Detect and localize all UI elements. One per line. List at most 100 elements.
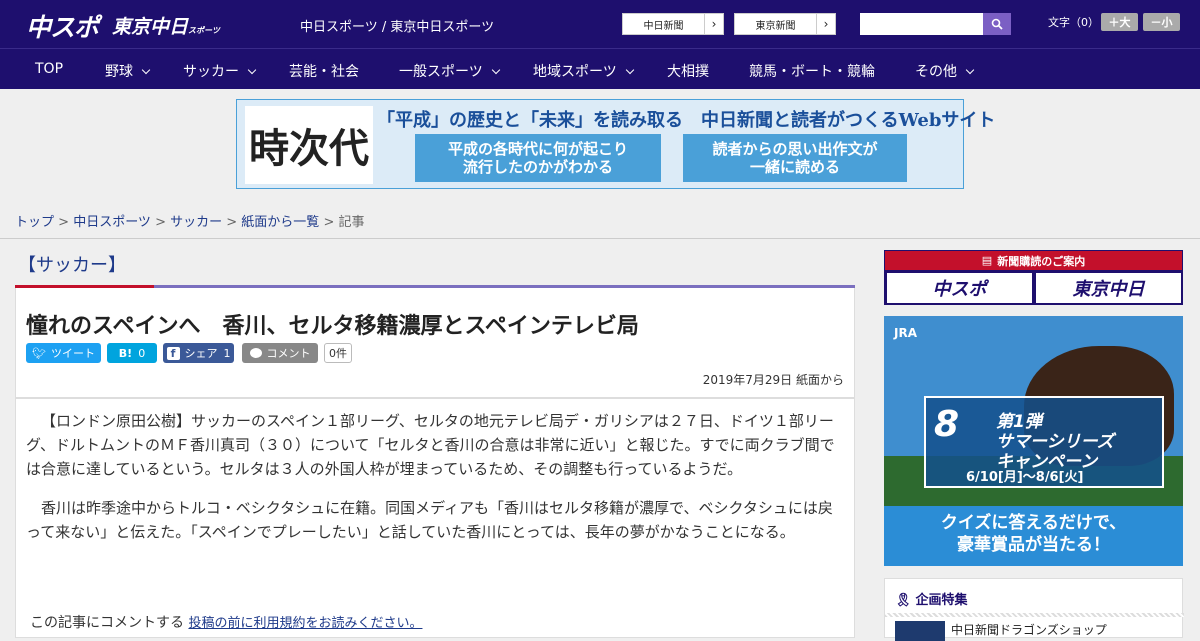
- campaign-number: 8: [934, 404, 960, 445]
- facebook-share-button[interactable]: f シェア 1: [163, 343, 234, 363]
- subscription-box: ▤ 新聞購読のご案内 中スポ 東京中日: [884, 250, 1183, 305]
- feature-header: 🎗︎ 企画特集: [895, 589, 968, 608]
- divider: [0, 238, 1200, 239]
- comment-button[interactable]: コメント: [242, 343, 318, 363]
- chevron-right-icon: ›: [711, 17, 717, 31]
- banner-box-history: 平成の各時代に何が起こり 流行したのかがわかる: [415, 134, 661, 182]
- nav-label: その他: [915, 64, 957, 80]
- search-input[interactable]: [860, 13, 983, 35]
- chunichi-shimbun-button[interactable]: 中日新聞 ›: [622, 13, 724, 35]
- chevron-down-icon: [491, 65, 500, 75]
- comment-prompt: この記事にコメントする 投稿の前に利用規約をお読みください。: [30, 612, 422, 632]
- feature-header-text: 企画特集: [915, 593, 968, 608]
- article-category: 【サッカー】: [18, 255, 126, 276]
- breadcrumb-paper-list[interactable]: 紙面から一覧: [241, 215, 319, 230]
- facebook-icon: f: [166, 346, 180, 360]
- facebook-count: 1: [223, 346, 231, 360]
- nav-item-other[interactable]: その他: [915, 61, 975, 81]
- article-date: 2019年7月29日 紙面から: [702, 373, 844, 387]
- nav-item-sumo[interactable]: 大相撲: [667, 61, 709, 81]
- jidai-banner[interactable]: 時次代 「平成」の歴史と「未来」を読み取る 中日新聞と読者がつくるWebサイト …: [236, 99, 995, 189]
- breadcrumb-separator: >: [54, 215, 74, 230]
- font-smaller-button[interactable]: －小: [1143, 13, 1180, 31]
- nav-label: 競馬・ボート・競輪: [749, 64, 875, 80]
- breadcrumb-current: 記事: [338, 215, 365, 230]
- chunichi-shimbun-label: 中日新聞: [623, 14, 705, 34]
- font-larger-button[interactable]: ＋大: [1101, 13, 1138, 31]
- banner-headline: 「平成」の歴史と「未来」を読み取る 中日新聞と読者がつくるWebサイト: [377, 110, 996, 131]
- nav-item-top[interactable]: TOP: [35, 61, 63, 77]
- article-paragraph: 【ロンドン原田公樹】サッカーのスペイン１部リーグ、セルタの地元テレビ局デ・ガリシ…: [26, 412, 835, 478]
- newspaper-icon: ▤: [981, 254, 993, 267]
- nav-label: 大相撲: [667, 64, 709, 80]
- jra-advertisement[interactable]: JRA 8 第1弾 サマーシリーズ キャンペーン 6/10[月]～8/6[火] …: [884, 316, 1183, 566]
- nav-item-entertainment[interactable]: 芸能・社会: [289, 61, 359, 81]
- banner-kanji-logo: 時次代: [245, 106, 373, 184]
- jra-logo: JRA: [894, 326, 917, 340]
- subscribe-tokyo-chunichi-button[interactable]: 東京中日: [1036, 273, 1181, 303]
- nav-label: 地域スポーツ: [533, 64, 617, 80]
- hatena-button[interactable]: B! 0: [107, 343, 157, 363]
- site-name: 中日スポーツ / 東京中日スポーツ: [300, 20, 495, 35]
- search-box: [860, 13, 1011, 35]
- nav-label: サッカー: [183, 64, 239, 80]
- article-body: 【ロンドン原田公樹】サッカーのスペイン１部リーグ、セルタの地元テレビ局デ・ガリシ…: [15, 398, 855, 638]
- feature-thumbnail[interactable]: [895, 621, 945, 641]
- font-size-label: 文字（0）: [1048, 16, 1099, 29]
- search-icon: [991, 18, 1003, 30]
- campaign-box: 8 第1弾 サマーシリーズ キャンペーン 6/10[月]～8/6[火]: [924, 396, 1164, 488]
- ribbon-icon: 🎗︎: [895, 593, 912, 608]
- search-button[interactable]: [983, 13, 1011, 35]
- chevron-down-icon: [965, 65, 975, 75]
- breadcrumb-separator: >: [150, 215, 171, 230]
- comment-bubble-icon: [249, 348, 262, 358]
- article-paragraph: 香川は昨季途中からトルコ・ベシクタシュに在籍。同国メディアも「香川はセルタ移籍が…: [26, 499, 833, 541]
- terms-link[interactable]: 投稿の前に利用規約をお読みください。: [188, 616, 422, 631]
- article-header: 憧れのスペインへ 香川、セルタ移籍濃厚とスペインテレビ局 🐦︎ ツイート B! 0 …: [15, 288, 855, 398]
- subscription-header: ▤ 新聞購読のご案内: [885, 251, 1182, 270]
- breadcrumb-chuspo[interactable]: 中日スポーツ: [73, 215, 151, 230]
- tokyo-chunichi-logo[interactable]: 東京中日スポーツ: [112, 12, 220, 39]
- chevron-down-icon: [141, 65, 151, 75]
- chuspo-logo[interactable]: 中スポ: [26, 8, 99, 44]
- main-nav: TOP 野球 サッカー 芸能・社会 一般スポーツ 地域スポーツ 大相撲 競馬・ボ…: [0, 48, 1200, 89]
- campaign-dates: 6/10[月]～8/6[火]: [966, 470, 1084, 485]
- campaign-title: 第1弾 サマーシリーズ キャンペーン: [996, 412, 1114, 472]
- tweet-label: ツイート: [50, 347, 95, 360]
- hatena-count: 0: [138, 346, 146, 360]
- feature-divider: [885, 613, 1184, 617]
- feature-box: 🎗︎ 企画特集 中日新聞ドラゴンズショップ: [884, 578, 1184, 641]
- breadcrumb-soccer[interactable]: サッカー: [170, 215, 222, 230]
- comment-count: 0件: [324, 343, 352, 363]
- banner-box-essays: 読者からの思い出作文が 一緒に読める: [683, 134, 907, 182]
- tweet-button[interactable]: 🐦︎ ツイート: [26, 343, 101, 363]
- breadcrumb-separator: >: [319, 215, 339, 230]
- twitter-icon: 🐦︎: [32, 346, 46, 360]
- comment-prompt-text: この記事にコメントする: [30, 615, 184, 631]
- breadcrumb: トップ > 中日スポーツ > サッカー > 紙面から一覧 > 記事: [15, 211, 365, 230]
- hatena-icon: B!: [118, 346, 133, 360]
- breadcrumb-top[interactable]: トップ: [15, 215, 54, 230]
- nav-label: 芸能・社会: [289, 64, 359, 80]
- campaign-footer: クイズに答えるだけで、 豪華賞品が当たる！: [940, 513, 1127, 555]
- nav-item-local-sports[interactable]: 地域スポーツ: [533, 61, 634, 81]
- nav-label: 野球: [105, 64, 133, 80]
- nav-label: 一般スポーツ: [399, 64, 483, 80]
- nav-item-soccer[interactable]: サッカー: [183, 61, 257, 81]
- breadcrumb-separator: >: [222, 215, 242, 230]
- tokyo-chunichi-logo-small: スポーツ: [188, 26, 220, 35]
- chevron-right-icon: ›: [823, 17, 829, 31]
- nav-item-racing[interactable]: 競馬・ボート・競輪: [749, 61, 875, 81]
- article-title: 憧れのスペインへ 香川、セルタ移籍濃厚とスペインテレビ局: [26, 314, 639, 339]
- banner-area: 時次代 「平成」の歴史と「未来」を読み取る 中日新聞と読者がつくるWebサイト …: [0, 89, 1200, 199]
- nav-label: TOP: [35, 61, 64, 77]
- chevron-down-icon: [247, 65, 257, 75]
- nav-item-general-sports[interactable]: 一般スポーツ: [399, 61, 500, 81]
- tokyo-shimbun-label: 東京新聞: [735, 14, 817, 34]
- subscribe-chuspo-button[interactable]: 中スポ: [887, 273, 1032, 303]
- chevron-down-icon: [625, 65, 634, 75]
- tokyo-chunichi-logo-text: 東京中日: [112, 16, 189, 38]
- tokyo-shimbun-button[interactable]: 東京新聞 ›: [734, 13, 836, 35]
- nav-item-baseball[interactable]: 野球: [105, 61, 151, 81]
- subscription-header-text: 新聞購読のご案内: [997, 254, 1086, 268]
